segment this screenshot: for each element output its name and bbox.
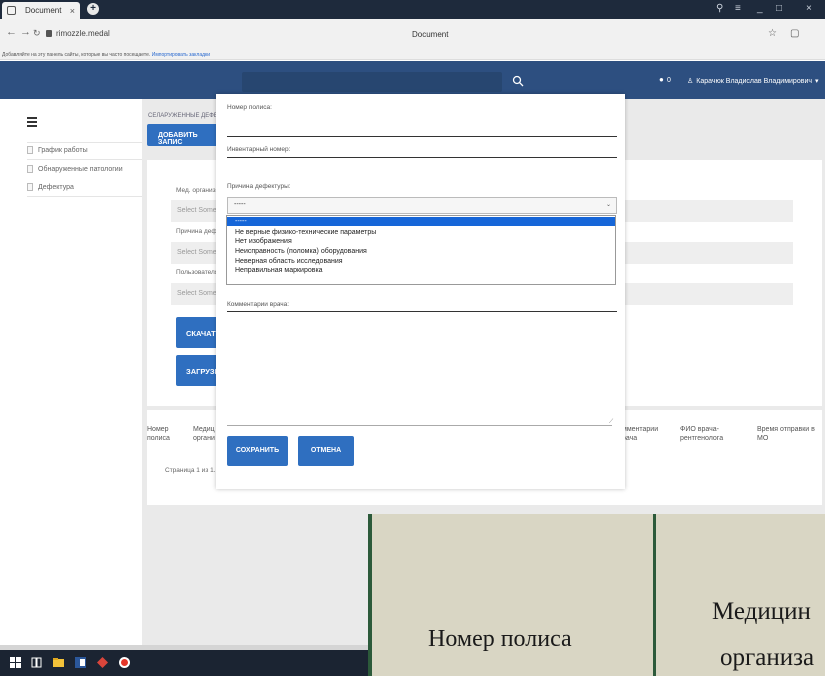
- menu-icon[interactable]: ≡: [735, 3, 741, 14]
- url-text: rimozzle.medal: [56, 29, 110, 38]
- pagination-text: Страница 1 из 1.: [165, 467, 216, 474]
- user-menu[interactable]: ♙ Карачюк Владислав Владимирович ▾: [687, 77, 819, 86]
- windows-start-icon[interactable]: [10, 657, 21, 668]
- column-header-sent-time[interactable]: Время отправки в МО: [757, 425, 815, 443]
- defect-reason-dropdown: ----- Не верные физико-технические парам…: [226, 215, 616, 285]
- user-select-right[interactable]: [623, 283, 793, 305]
- comment-label: Комментарии врача:: [227, 301, 290, 308]
- dropdown-option[interactable]: Неправильная маркировка: [227, 266, 615, 275]
- bookmarks-bar: Добавляйте на эту панель сайты, которые …: [0, 47, 825, 60]
- bell-icon[interactable]: ●: [659, 75, 664, 84]
- zoom-medorg-text-2: организа: [720, 644, 815, 671]
- refresh-icon[interactable]: ↻: [33, 28, 41, 39]
- breadcrumb: СЕЛАРУЖЕННЫЕ ДЕФЕК: [148, 113, 222, 119]
- sidebar-item-label: Обнаруженные патологии: [38, 165, 123, 173]
- defect-modal: [216, 94, 625, 489]
- user-name: Карачюк Владислав Владимирович: [696, 77, 812, 85]
- zoom-column-divider: [653, 514, 656, 676]
- column-header-doctor[interactable]: ФИО врача- рентгенолога: [680, 425, 723, 443]
- sidebar-item-pathologies[interactable]: Обнаруженные патологии: [27, 165, 123, 173]
- dropdown-option[interactable]: -----: [227, 217, 615, 226]
- policy-number-label: Номер полиса:: [227, 104, 272, 111]
- zoom-policy-text: Номер полиса: [428, 626, 572, 652]
- search-icon[interactable]: [512, 75, 524, 87]
- inventory-number-label: Инвентарный номер:: [227, 146, 291, 153]
- column-header-medorg[interactable]: Медиц органи: [193, 425, 215, 443]
- minimize-icon[interactable]: _: [757, 3, 763, 14]
- defect-reason-value: -----: [234, 201, 246, 208]
- close-tab-icon[interactable]: ×: [70, 6, 75, 16]
- med-org-select[interactable]: Select Some: [171, 200, 219, 222]
- column-header-policy[interactable]: Номер полиса: [147, 425, 170, 443]
- browser-tab[interactable]: Document ×: [2, 2, 80, 19]
- sidebar: [0, 99, 142, 650]
- defect-reason-label: Причина дефектуры:: [227, 183, 291, 190]
- import-bookmarks-link[interactable]: Импортировать закладки: [152, 52, 210, 58]
- reading-list-icon[interactable]: ☆: [768, 28, 777, 39]
- document-icon: [27, 165, 33, 173]
- sidebar-divider: [27, 196, 142, 197]
- column-header-comments[interactable]: мментарии рача: [622, 425, 658, 443]
- user-icon: ♙: [687, 78, 694, 85]
- browser-tab-bar: [0, 0, 825, 19]
- sidebar-divider: [27, 142, 142, 143]
- lock-icon: [46, 30, 52, 37]
- bookmarks-hint: Добавляйте на эту панель сайты, которые …: [2, 52, 151, 58]
- filter-label: Причина дефе: [176, 228, 221, 235]
- new-tab-button[interactable]: +: [87, 3, 99, 15]
- yandex-browser-icon[interactable]: [119, 657, 130, 668]
- reason-select[interactable]: Select Some: [171, 242, 219, 264]
- resize-handle-icon[interactable]: ⟋: [609, 419, 613, 426]
- task-view-icon[interactable]: [31, 657, 42, 668]
- chevron-down-icon: ▾: [815, 78, 819, 85]
- url-field[interactable]: rimozzle.medal: [46, 27, 138, 40]
- collections-icon[interactable]: ▢: [790, 28, 799, 39]
- forward-arrow-icon[interactable]: →: [20, 26, 31, 38]
- chevron-down-icon: ⌄: [605, 202, 611, 208]
- sidebar-divider: [27, 159, 142, 160]
- dropdown-option[interactable]: Неверная область исследования: [227, 257, 615, 266]
- med-org-select-right[interactable]: [623, 200, 793, 222]
- tab-title: Document: [25, 6, 62, 15]
- inventory-number-input[interactable]: [227, 157, 617, 158]
- search-icon[interactable]: ⚲: [716, 3, 723, 14]
- sidebar-item-schedule[interactable]: График работы: [27, 146, 88, 154]
- search-input[interactable]: [242, 72, 502, 92]
- comment-textarea[interactable]: [227, 312, 617, 424]
- hamburger-menu-icon[interactable]: [27, 117, 37, 129]
- sidebar-item-label: Дефектура: [38, 183, 74, 191]
- maximize-icon[interactable]: □: [776, 3, 782, 14]
- document-icon: [27, 183, 33, 191]
- reason-select-right[interactable]: [623, 242, 793, 264]
- filter-label: Пользователя: [176, 269, 219, 276]
- defect-reason-select[interactable]: ----- ⌄: [227, 197, 617, 214]
- notification-count: 0: [667, 77, 671, 84]
- page-title: Document: [412, 30, 449, 39]
- user-select[interactable]: Select Some: [171, 283, 219, 305]
- filter-label: Мед. организа: [176, 187, 220, 194]
- app-icon[interactable]: [97, 657, 108, 668]
- sidebar-item-defects[interactable]: Дефектура: [27, 183, 74, 191]
- save-button[interactable]: СОХРАНИТЬ: [227, 436, 288, 466]
- document-icon: [27, 146, 33, 154]
- add-record-button[interactable]: ДОБАВИТЬ ЗАПИС: [147, 124, 219, 146]
- zoom-border-left: [368, 514, 372, 676]
- cancel-button[interactable]: ОТМЕНА: [298, 436, 354, 466]
- file-explorer-icon[interactable]: [53, 657, 64, 668]
- policy-number-input[interactable]: [227, 136, 617, 137]
- page-icon: [7, 6, 16, 15]
- zoom-medorg-text-1: Медицин: [712, 598, 811, 625]
- back-arrow-icon[interactable]: ←: [6, 26, 17, 38]
- comment-bottom-line: [227, 425, 612, 426]
- close-window-icon[interactable]: ×: [806, 3, 812, 14]
- sidebar-item-label: График работы: [38, 146, 88, 154]
- dropdown-option[interactable]: Неисправность (поломка) оборудования: [227, 247, 615, 256]
- dropdown-option[interactable]: Нет изображения: [227, 237, 615, 246]
- word-icon[interactable]: [75, 657, 86, 668]
- dropdown-option[interactable]: Не верные физико-технические параметры: [227, 228, 615, 237]
